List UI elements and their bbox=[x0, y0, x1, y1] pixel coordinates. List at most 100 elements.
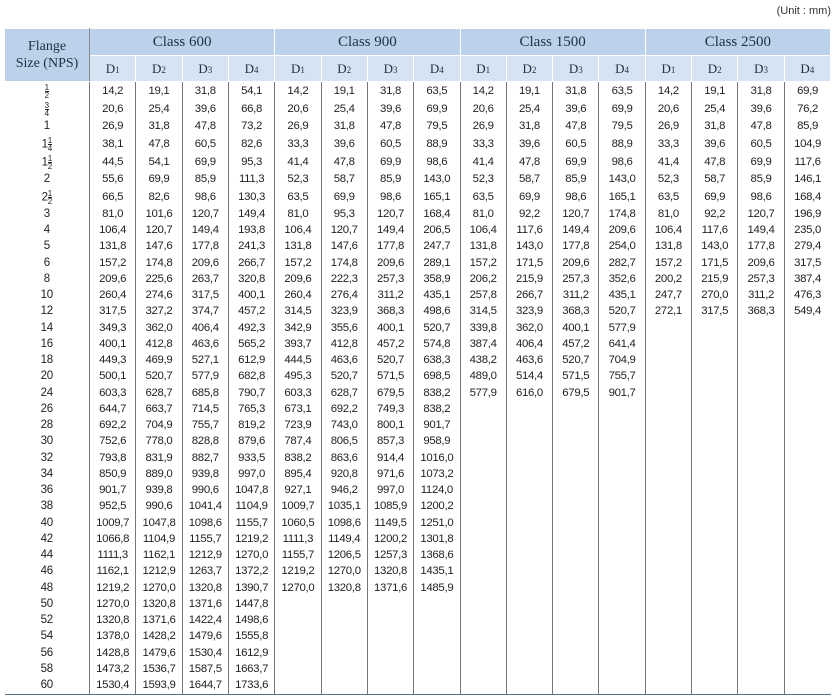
dim-value-cell: 520,7 bbox=[135, 368, 183, 385]
dim-value-cell: 850,9 bbox=[89, 466, 137, 483]
dim-value-cell bbox=[737, 368, 785, 385]
dim-value-cell bbox=[598, 563, 646, 580]
dim-value-cell: 577,9 bbox=[598, 320, 646, 337]
dim-value-cell bbox=[552, 628, 600, 645]
dim-value-cell: 131,8 bbox=[274, 238, 322, 255]
size-whole: 16 bbox=[40, 337, 54, 350]
dim-value-cell: 222,3 bbox=[321, 271, 368, 288]
dim-value-cell: 1371,6 bbox=[182, 596, 229, 613]
table-body: 1 2 14,2 19,1 31,8 54,1 14,2 19,1 31,8 63,5 14,2 19… bbox=[4, 81, 831, 695]
dim-value-cell: 241,3 bbox=[228, 238, 276, 255]
dim-value-cell: 98,6 bbox=[367, 187, 415, 207]
dim-value-cell: 58,7 bbox=[691, 171, 739, 188]
dim-value-cell: 47,8 bbox=[321, 153, 368, 172]
dim-value-cell: 1301,8 bbox=[413, 531, 461, 548]
dim-value-cell: 1155,7 bbox=[182, 531, 229, 548]
dim-value-cell bbox=[506, 547, 554, 564]
dim-value-cell bbox=[784, 580, 830, 596]
dim-value-cell bbox=[552, 677, 600, 695]
dim-value-cell bbox=[367, 677, 415, 695]
flange-size-cell: 14 bbox=[4, 320, 90, 337]
dim-value-cell bbox=[645, 368, 693, 385]
dim-value-cell: 393,7 bbox=[274, 336, 322, 353]
dim-value-cell: 819,2 bbox=[228, 417, 276, 434]
dim-value-cell: 276,4 bbox=[321, 287, 368, 304]
dim-value-cell bbox=[506, 433, 554, 450]
flange-size-cell: 112 bbox=[4, 153, 90, 172]
dim-value-cell: 66,5 bbox=[89, 187, 137, 207]
flange-size-cell: 34 bbox=[4, 100, 90, 119]
flange-size-cell: 46 bbox=[4, 563, 90, 580]
dim-value-cell bbox=[737, 531, 785, 548]
dim-value-cell: 1270,0 bbox=[321, 563, 368, 580]
dim-value-cell bbox=[506, 645, 554, 662]
flange-size-cell: 26 bbox=[4, 401, 90, 418]
dim-value-cell bbox=[367, 661, 415, 678]
table-row: 5 131,8 147,6 177,8 241,3 131,8 147,6 177,8 247,… bbox=[4, 238, 831, 255]
dim-value-cell bbox=[691, 320, 739, 337]
dim-value-cell: 92,2 bbox=[506, 206, 554, 223]
dim-value-cell bbox=[460, 661, 507, 678]
dim-value-cell: 146,1 bbox=[794, 173, 822, 186]
size-whole: 12 bbox=[40, 305, 54, 318]
table-row: 1 1 4 38,1 47,8 60,5 82,6 33,3 39,6 60,5 88,9 33,3 3… bbox=[4, 135, 831, 154]
dim-value-cell: 85,9 bbox=[182, 171, 229, 188]
dim-value-cell bbox=[645, 596, 693, 613]
dim-header-class2-d2: D2 bbox=[505, 55, 554, 82]
dim-value-cell bbox=[737, 466, 785, 483]
dim-value-cell: 704,9 bbox=[135, 417, 183, 434]
dim-value-cell: 368,3 bbox=[552, 303, 600, 320]
dim-value-cell: 289,1 bbox=[413, 255, 461, 272]
dim-value-cell: 117,6 bbox=[506, 222, 554, 239]
dim-subscript: 4 bbox=[624, 64, 630, 75]
dim-value-cell bbox=[413, 612, 461, 629]
dim-value-cell: 362,0 bbox=[506, 320, 554, 337]
dim-value-cell: 20,6 bbox=[460, 100, 507, 119]
size-whole: 44 bbox=[40, 549, 54, 562]
dim-value-cell: 1009,7 bbox=[89, 515, 137, 532]
dim-value-cell: 98,6 bbox=[552, 187, 600, 207]
dim-value-cell bbox=[784, 613, 830, 629]
dim-value-cell: 1212,9 bbox=[182, 547, 229, 564]
dim-value-cell: 92,2 bbox=[691, 206, 739, 223]
dim-value-cell: 457,2 bbox=[228, 303, 276, 320]
dim-value-cell: 272,1 bbox=[645, 303, 693, 320]
dim-value-cell: 60,5 bbox=[367, 135, 415, 154]
dim-letter: D bbox=[568, 60, 579, 76]
fraction-denominator: 4 bbox=[44, 109, 49, 119]
dim-value-cell: 31,8 bbox=[691, 118, 739, 136]
dim-value-cell: 81,0 bbox=[645, 206, 693, 223]
flange-size-cell: 60 bbox=[4, 677, 90, 695]
dim-value-cell: 752,6 bbox=[89, 433, 137, 450]
flange-size-cell: 38 bbox=[4, 498, 90, 515]
table-row: 16 400,1 412,8 463,6 565,2 393,7 412,8 457,2 574… bbox=[4, 336, 831, 353]
dim-value-cell: 574,8 bbox=[413, 336, 461, 353]
dim-value-cell bbox=[737, 450, 785, 467]
table-row: 18 449,3 469,9 527,1 612,9 444,5 463,6 520,7 638… bbox=[4, 352, 831, 369]
dim-value-cell: 828,8 bbox=[182, 433, 229, 450]
dim-value-cell: 317,5 bbox=[691, 303, 739, 320]
dim-value-cell: 177,8 bbox=[182, 238, 229, 255]
dim-value-cell bbox=[367, 612, 415, 629]
table-row: 40 1009,7 1047,8 1098,6 1155,7 1060,5 1098,6 11… bbox=[4, 515, 831, 532]
flange-size-header: Flange Size (NPS) bbox=[4, 28, 90, 82]
dim-value-cell bbox=[506, 661, 554, 678]
dim-value-cell bbox=[691, 401, 739, 418]
size-whole: 56 bbox=[40, 646, 54, 659]
dim-value-cell: 69,9 bbox=[321, 187, 368, 207]
dim-value-cell bbox=[321, 661, 368, 678]
table-row: 4 106,4 120,7 149,4 193,8 106,4 120,7 149,4 206,… bbox=[4, 222, 831, 239]
dim-value-cell bbox=[460, 628, 507, 645]
dim-subscript: 4 bbox=[254, 64, 259, 75]
dim-value-cell bbox=[460, 515, 507, 532]
flange-size-cell: 52 bbox=[4, 612, 90, 629]
class-600-header: Class 600 bbox=[88, 28, 276, 56]
dim-value-cell: 939,8 bbox=[182, 466, 229, 483]
dim-value-cell: 26,9 bbox=[460, 118, 507, 136]
dim-value-cell bbox=[598, 450, 646, 467]
dim-value-cell bbox=[552, 515, 600, 532]
dim-value-cell: 679,5 bbox=[552, 385, 600, 402]
dim-value-cell: 31,8 bbox=[182, 81, 229, 101]
dim-value-cell bbox=[367, 645, 415, 662]
dim-value-cell: 435,1 bbox=[413, 287, 461, 304]
